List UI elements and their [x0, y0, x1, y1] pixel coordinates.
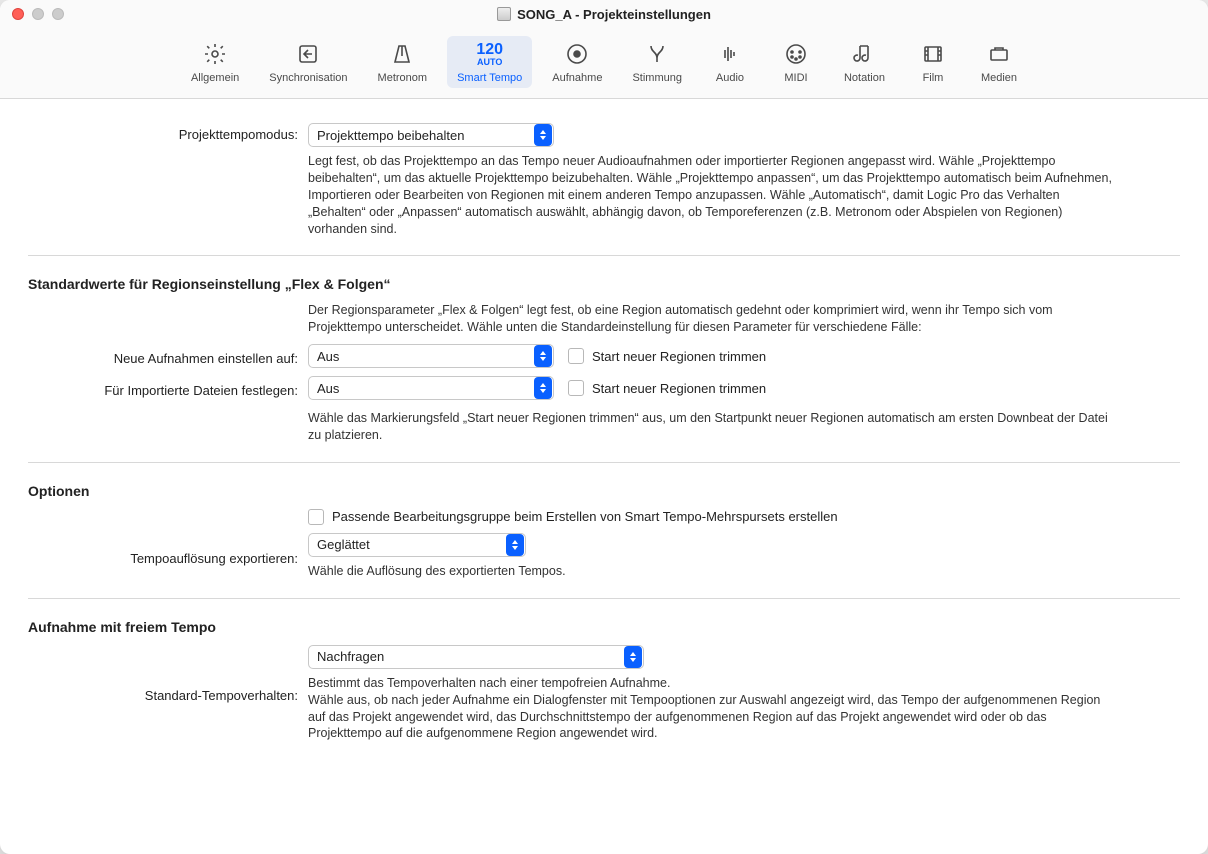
select-arrows-icon	[534, 124, 552, 146]
export-resolution-select[interactable]: Geglättet	[308, 533, 526, 557]
titlebar: SONG_A - Projekteinstellungen	[0, 0, 1208, 28]
project-tempo-mode-label: Projekttempomodus:	[28, 123, 308, 142]
free-tempo-title: Aufnahme mit freiem Tempo	[28, 619, 1180, 635]
imported-files-label: Für Importierte Dateien festlegen:	[28, 379, 308, 398]
separator	[28, 462, 1180, 463]
flex-follow-title: Standardwerte für Regionseinstellung „Fl…	[28, 276, 1180, 292]
select-arrows-icon	[624, 646, 642, 668]
media-icon	[985, 40, 1013, 68]
tab-allgemein[interactable]: Allgemein	[181, 36, 249, 88]
new-recordings-label: Neue Aufnahmen einstellen auf:	[28, 347, 308, 366]
window-title: SONG_A - Projekteinstellungen	[0, 7, 1208, 22]
export-resolution-desc: Wähle die Auflösung des exportierten Tem…	[308, 563, 1118, 580]
separator	[28, 255, 1180, 256]
trim-new-regions-checkbox-2[interactable]: Start neuer Regionen trimmen	[568, 380, 766, 396]
checkbox-icon	[568, 380, 584, 396]
imported-files-select[interactable]: Aus	[308, 376, 554, 400]
zoom-button[interactable]	[52, 8, 64, 20]
tab-stimmung[interactable]: Stimmung	[622, 36, 692, 88]
select-arrows-icon	[534, 345, 552, 367]
close-button[interactable]	[12, 8, 24, 20]
default-tempo-behavior-desc: Bestimmt das Tempoverhalten nach einer t…	[308, 675, 1118, 743]
smart-tempo-icon: 120 AUTO	[476, 40, 504, 68]
tab-film[interactable]: Film	[905, 36, 961, 88]
midi-icon	[782, 40, 810, 68]
default-tempo-behavior-label: Standard-Tempoverhalten:	[28, 684, 308, 703]
select-arrows-icon	[534, 377, 552, 399]
checkbox-icon	[568, 348, 584, 364]
record-icon	[563, 40, 591, 68]
options-title: Optionen	[28, 483, 1180, 499]
tuning-fork-icon	[643, 40, 671, 68]
tab-audio[interactable]: Audio	[702, 36, 758, 88]
select-arrows-icon	[506, 534, 524, 556]
new-recordings-select[interactable]: Aus	[308, 344, 554, 368]
waveform-icon	[716, 40, 744, 68]
tab-medien[interactable]: Medien	[971, 36, 1027, 88]
trim-new-regions-checkbox-1[interactable]: Start neuer Regionen trimmen	[568, 348, 766, 364]
default-tempo-behavior-select[interactable]: Nachfragen	[308, 645, 644, 669]
settings-toolbar: Allgemein Synchronisation Metronom 120 A…	[0, 28, 1208, 99]
separator	[28, 598, 1180, 599]
project-settings-window: SONG_A - Projekteinstellungen Allgemein …	[0, 0, 1208, 854]
minimize-button[interactable]	[32, 8, 44, 20]
project-tempo-mode-select[interactable]: Projekttempo beibehalten	[308, 123, 554, 147]
metronome-icon	[388, 40, 416, 68]
flex-follow-bottom-desc: Wähle das Markierungsfeld „Start neuer R…	[308, 410, 1118, 444]
tab-synchronisation[interactable]: Synchronisation	[259, 36, 357, 88]
film-icon	[919, 40, 947, 68]
tab-midi[interactable]: MIDI	[768, 36, 824, 88]
sync-icon	[294, 40, 322, 68]
project-tempo-mode-desc: Legt fest, ob das Projekttempo an das Te…	[308, 153, 1118, 237]
checkbox-icon	[308, 509, 324, 525]
export-resolution-label: Tempoauflösung exportieren:	[28, 547, 308, 566]
tab-smart-tempo[interactable]: 120 AUTO Smart Tempo	[447, 36, 532, 88]
content-area: Projekttempomodus: Projekttempo beibehal…	[0, 99, 1208, 854]
tab-notation[interactable]: Notation	[834, 36, 895, 88]
gear-icon	[201, 40, 229, 68]
document-icon	[497, 7, 511, 21]
flex-follow-desc: Der Regionsparameter „Flex & Folgen“ leg…	[308, 302, 1118, 336]
window-title-text: SONG_A - Projekteinstellungen	[517, 7, 711, 22]
notation-icon	[850, 40, 878, 68]
tab-aufnahme[interactable]: Aufnahme	[542, 36, 612, 88]
tab-metronom[interactable]: Metronom	[368, 36, 438, 88]
window-controls	[12, 8, 64, 20]
create-edit-group-checkbox[interactable]: Passende Bearbeitungsgruppe beim Erstell…	[308, 509, 1180, 525]
